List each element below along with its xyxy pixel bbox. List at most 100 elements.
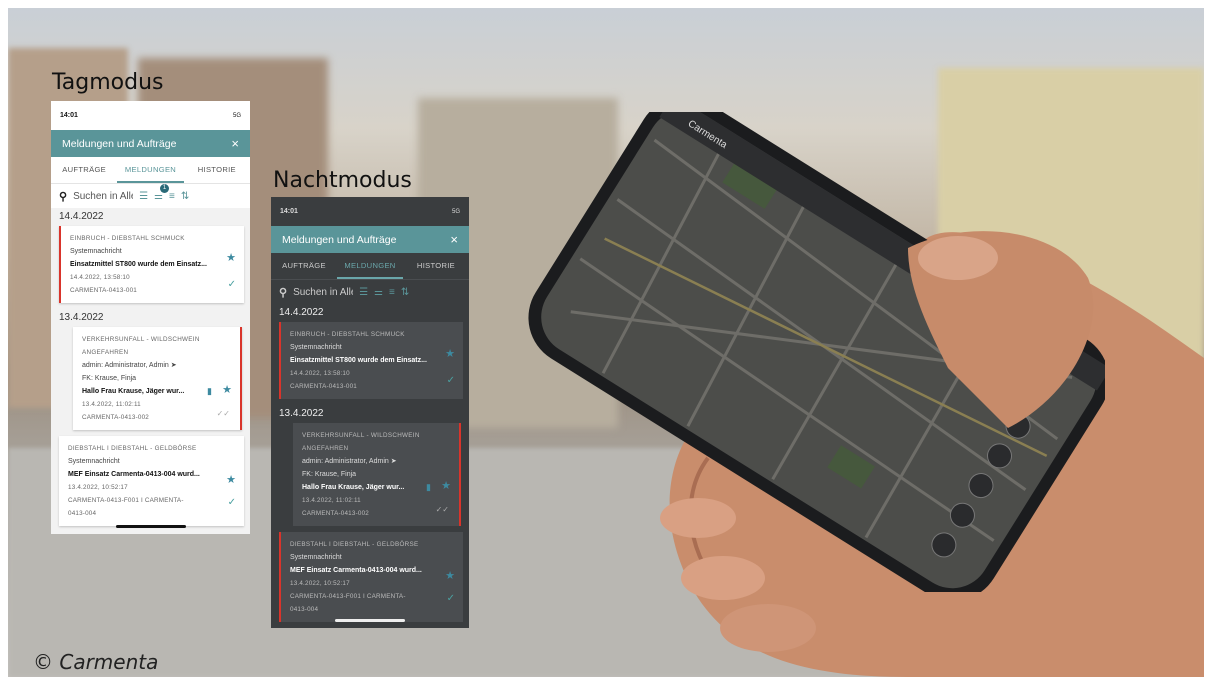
check-icon[interactable]: ✓ bbox=[228, 278, 236, 291]
date-header: 14.4.2022 bbox=[279, 307, 324, 318]
card-title: VERKEHRSUNFALL - WILDSCHWEIN bbox=[82, 336, 200, 343]
status-time: 14:01 bbox=[280, 208, 298, 215]
filter-badge: 1 bbox=[160, 183, 169, 193]
search-icon: ⚲ bbox=[59, 190, 68, 203]
card-title-continued: ANGEFAHREN bbox=[82, 349, 129, 356]
tab-auftraege[interactable]: AUFTRÄGE bbox=[271, 253, 337, 279]
card-recipient: FK: Krause, Finja bbox=[302, 471, 357, 478]
filter-settings-icon[interactable]: ⚌ 1 bbox=[154, 183, 169, 202]
card-author: admin: Administrator, Admin ➤ bbox=[82, 362, 177, 369]
card-title: DIEBSTAHL I DIEBSTAHL - GELDBÖRSE bbox=[290, 541, 419, 548]
sort-icon[interactable]: ⇅ bbox=[401, 287, 409, 298]
trash-icon[interactable]: ▮ bbox=[207, 385, 212, 398]
status-bar: 14:01 5G bbox=[271, 197, 469, 226]
star-icon[interactable]: ★ bbox=[445, 570, 455, 583]
card-recipient: FK: Krause, Finja bbox=[82, 375, 137, 382]
day-mode-screen: 14:01 5G Meldungen und Aufträge × AUFTRÄ… bbox=[51, 101, 250, 534]
check-icon[interactable]: ✓ bbox=[447, 592, 455, 605]
card-timestamp: 13.4.2022, 10:52:17 bbox=[68, 484, 128, 491]
message-card[interactable]: EINBRUCH - DIEBSTAHL SCHMUCK Systemnachr… bbox=[279, 322, 463, 399]
message-card[interactable]: DIEBSTAHL I DIEBSTAHL - GELDBÖRSE System… bbox=[59, 436, 244, 526]
card-title: VERKEHRSUNFALL - WILDSCHWEIN bbox=[302, 432, 420, 439]
card-timestamp: 13.4.2022, 11:02:11 bbox=[302, 497, 361, 504]
card-sender: Systemnachricht bbox=[290, 344, 342, 351]
card-timestamp: 13.4.2022, 10:52:17 bbox=[290, 580, 350, 587]
star-icon[interactable]: ★ bbox=[226, 474, 236, 487]
read-receipt-icon: ✓✓ bbox=[435, 505, 449, 514]
card-id: CARMENTA-0413-002 bbox=[82, 414, 149, 421]
filter-icon[interactable]: ☰ bbox=[359, 287, 368, 298]
close-icon[interactable]: × bbox=[450, 232, 458, 247]
card-message: Hallo Frau Krause, Jäger wur... bbox=[302, 484, 405, 491]
home-indicator[interactable] bbox=[335, 619, 405, 622]
app-header: Meldungen und Aufträge × bbox=[51, 130, 250, 157]
card-sender: Systemnachricht bbox=[290, 554, 342, 561]
message-card[interactable]: EINBRUCH - DIEBSTAHL SCHMUCK Systemnachr… bbox=[59, 226, 244, 303]
tab-bar: AUFTRÄGE MELDUNGEN HISTORIE bbox=[271, 253, 469, 279]
date-header: 14.4.2022 bbox=[59, 211, 104, 222]
card-sender: Systemnachricht bbox=[70, 248, 122, 255]
search-input[interactable]: Suchen in Alle bbox=[73, 191, 133, 202]
search-bar: ⚲ Suchen in Alle ☰ ⚌ ≡ ⇅ bbox=[271, 279, 469, 304]
card-id: CARMENTA-0413-002 bbox=[302, 510, 369, 517]
card-id-continued: 0413-004 bbox=[290, 606, 319, 613]
star-icon[interactable]: ★ bbox=[445, 348, 455, 361]
home-indicator[interactable] bbox=[115, 525, 186, 528]
tab-bar: AUFTRÄGE MELDUNGEN HISTORIE bbox=[51, 157, 250, 183]
card-title: EINBRUCH - DIEBSTAHL SCHMUCK bbox=[290, 331, 405, 338]
card-title-continued: ANGEFAHREN bbox=[302, 445, 349, 452]
search-icon: ⚲ bbox=[279, 286, 288, 299]
card-timestamp: 14.4.2022, 13:58:10 bbox=[290, 370, 350, 377]
star-icon[interactable]: ★ bbox=[222, 384, 232, 397]
app-title: Meldungen und Aufträge bbox=[62, 137, 177, 150]
night-mode-label: Nachtmodus bbox=[273, 168, 412, 193]
search-input[interactable]: Suchen in Alle bbox=[293, 287, 353, 298]
filter-icon[interactable]: ☰ bbox=[139, 191, 148, 202]
search-bar: ⚲ Suchen in Alle ☰ ⚌ 1 ≡ ⇅ bbox=[51, 183, 250, 208]
card-timestamp: 13.4.2022, 11:02:11 bbox=[82, 401, 141, 408]
card-id: CARMENTA-0413-001 bbox=[290, 383, 357, 390]
sort-icon[interactable]: ⇅ bbox=[181, 191, 189, 202]
filter-settings-icon[interactable]: ⚌ bbox=[374, 287, 383, 298]
card-author: admin: Administrator, Admin ➤ bbox=[302, 458, 397, 465]
status-bar: 14:01 5G bbox=[51, 101, 250, 130]
read-receipt-icon: ✓✓ bbox=[216, 409, 230, 418]
card-message: Einsatzmittel ST800 wurde dem Einsatz... bbox=[290, 357, 427, 364]
signal-indicator: 5G bbox=[451, 208, 460, 215]
tab-auftraege[interactable]: AUFTRÄGE bbox=[51, 157, 117, 183]
list-view-icon[interactable]: ≡ bbox=[169, 191, 175, 202]
copyright: © Carmenta bbox=[33, 650, 159, 674]
day-mode-label: Tagmodus bbox=[52, 70, 164, 95]
thumb-illustration bbox=[908, 231, 1094, 428]
card-id: CARMENTA-0413-F001 I CARMENTA- bbox=[290, 593, 406, 600]
night-mode-screen: 14:01 5G Meldungen und Aufträge × AUFTRÄ… bbox=[271, 197, 469, 628]
app-title: Meldungen und Aufträge bbox=[282, 233, 397, 246]
message-card[interactable]: VERKEHRSUNFALL - WILDSCHWEIN ANGEFAHREN … bbox=[293, 423, 461, 526]
check-icon[interactable]: ✓ bbox=[228, 496, 236, 509]
close-icon[interactable]: × bbox=[231, 136, 239, 151]
tab-meldungen[interactable]: MELDUNGEN bbox=[337, 253, 403, 279]
card-title: EINBRUCH - DIEBSTAHL SCHMUCK bbox=[70, 235, 185, 242]
tab-historie[interactable]: HISTORIE bbox=[403, 253, 469, 279]
card-title: DIEBSTAHL I DIEBSTAHL - GELDBÖRSE bbox=[68, 445, 197, 452]
card-id: CARMENTA-0413-F001 I CARMENTA- bbox=[68, 497, 184, 504]
list-view-icon[interactable]: ≡ bbox=[389, 287, 395, 298]
tab-meldungen[interactable]: MELDUNGEN bbox=[117, 157, 184, 183]
card-message: Einsatzmittel ST800 wurde dem Einsatz... bbox=[70, 261, 207, 268]
date-header: 13.4.2022 bbox=[279, 408, 324, 419]
card-message: MEF Einsatz Carmenta-0413-004 wurd... bbox=[68, 471, 200, 478]
signal-indicator: 5G bbox=[232, 112, 241, 119]
card-sender: Systemnachricht bbox=[68, 458, 120, 465]
date-header: 13.4.2022 bbox=[59, 312, 104, 323]
check-icon[interactable]: ✓ bbox=[447, 374, 455, 387]
card-message: MEF Einsatz Carmenta-0413-004 wurd... bbox=[290, 567, 422, 574]
trash-icon[interactable]: ▮ bbox=[426, 481, 431, 494]
card-timestamp: 14.4.2022, 13:58:10 bbox=[70, 274, 130, 281]
message-card[interactable]: VERKEHRSUNFALL - WILDSCHWEIN ANGEFAHREN … bbox=[73, 327, 242, 430]
star-icon[interactable]: ★ bbox=[226, 252, 236, 265]
star-icon[interactable]: ★ bbox=[441, 480, 451, 493]
message-card[interactable]: DIEBSTAHL I DIEBSTAHL - GELDBÖRSE System… bbox=[279, 532, 463, 622]
card-id-continued: 0413-004 bbox=[68, 510, 97, 517]
tab-historie[interactable]: HISTORIE bbox=[184, 157, 250, 183]
card-message: Hallo Frau Krause, Jäger wur... bbox=[82, 388, 185, 395]
